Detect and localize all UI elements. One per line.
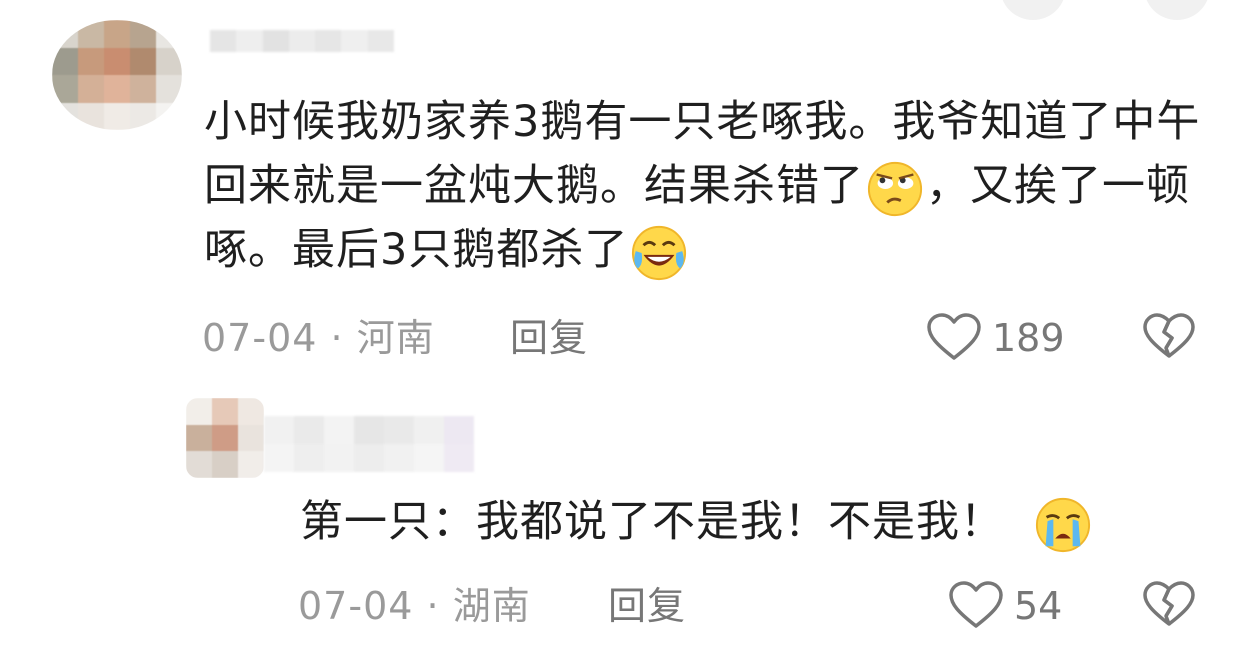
crying-emoji-icon — [1035, 497, 1091, 552]
meta-separator: · — [426, 584, 440, 628]
comment-date: 07-04 — [202, 316, 318, 360]
rolling-eyes-emoji-icon — [867, 161, 923, 216]
heart-outline-icon[interactable] — [926, 312, 982, 362]
comment-text-part: 第一只：我都说了不是我！不是我！ — [300, 497, 1004, 547]
broken-heart-icon[interactable] — [1142, 580, 1196, 628]
comment-meta: 07-04 · 河南 — [202, 316, 435, 360]
username[interactable] — [210, 30, 394, 52]
comment-location: 湖南 — [452, 584, 531, 628]
comment-text: 第一只：我都说了不是我！不是我！ — [300, 490, 1200, 554]
reply-button[interactable]: 回复 — [510, 316, 588, 360]
like-count: 189 — [992, 316, 1065, 360]
reply-button[interactable]: 回复 — [608, 584, 686, 628]
avatar[interactable] — [186, 398, 264, 478]
avatar[interactable] — [52, 20, 182, 130]
heart-outline-icon[interactable] — [948, 580, 1004, 630]
laughing-tears-emoji-icon — [632, 225, 687, 280]
comment-meta: 07-04 · 湖南 — [298, 584, 531, 628]
like-count: 54 — [1014, 584, 1063, 628]
top-action-circle[interactable] — [1144, 0, 1210, 20]
username[interactable] — [264, 416, 474, 472]
meta-separator: · — [330, 316, 344, 360]
top-action-circle[interactable] — [1000, 0, 1066, 20]
comment-date: 07-04 — [298, 584, 414, 628]
comment-text: 小时候我奶家养3鹅有一只老啄我。我爷知道了中午回来就是一盆炖大鹅。结果杀错了 ，… — [204, 90, 1204, 282]
comment-location: 河南 — [356, 316, 435, 360]
broken-heart-icon[interactable] — [1142, 312, 1196, 360]
